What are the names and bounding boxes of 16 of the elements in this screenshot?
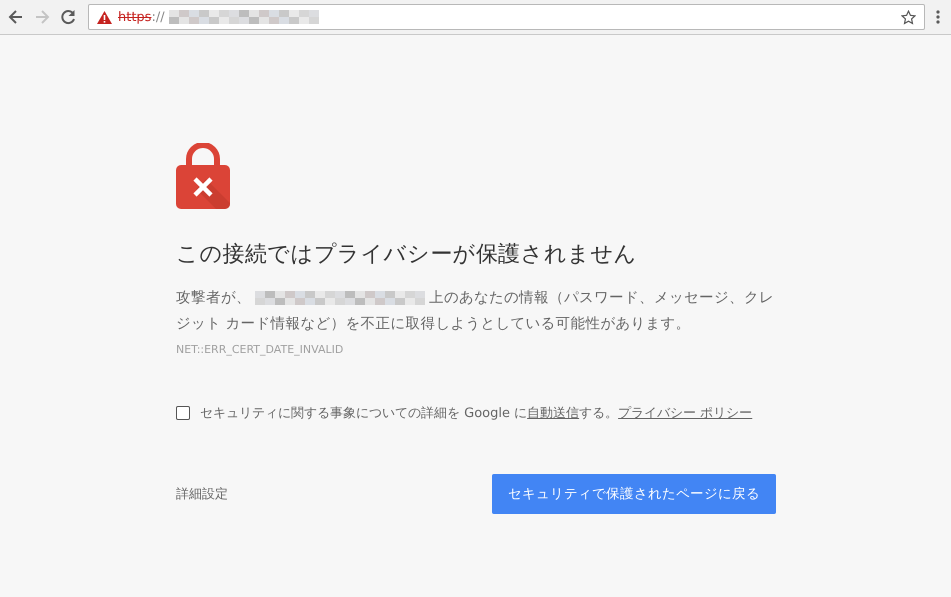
auto-send-link[interactable]: 自動送信 (527, 406, 580, 421)
report-checkbox[interactable] (176, 406, 190, 420)
report-text: セキュリティに関する事象についての詳細を Google に自動送信する。プライバシー ポリシー (200, 405, 752, 422)
lock-error-icon (176, 143, 230, 209)
message-text: 攻撃者が、 (176, 289, 251, 308)
advanced-button[interactable]: 詳細設定 (176, 485, 228, 503)
url-scheme: https (118, 10, 152, 24)
star-icon[interactable] (901, 10, 916, 24)
message-text: 上のあなたの情報（パスワード、メッセージ、クレ (429, 289, 774, 308)
message-text: ジット カード情報など）を不正に取得しようとしている可能性があります。 (176, 315, 691, 334)
url-separator: :// (151, 10, 165, 24)
error-title: この接続ではプライバシーが保護されません (176, 241, 638, 269)
address-bar[interactable]: https:// (88, 4, 925, 30)
back-to-safety-button[interactable]: セキュリティで保護されたページに戻る (492, 474, 776, 514)
privacy-policy-link[interactable]: プライバシー ポリシー (618, 406, 752, 421)
error-code: NET::ERR_CERT_DATE_INVALID (176, 343, 344, 356)
